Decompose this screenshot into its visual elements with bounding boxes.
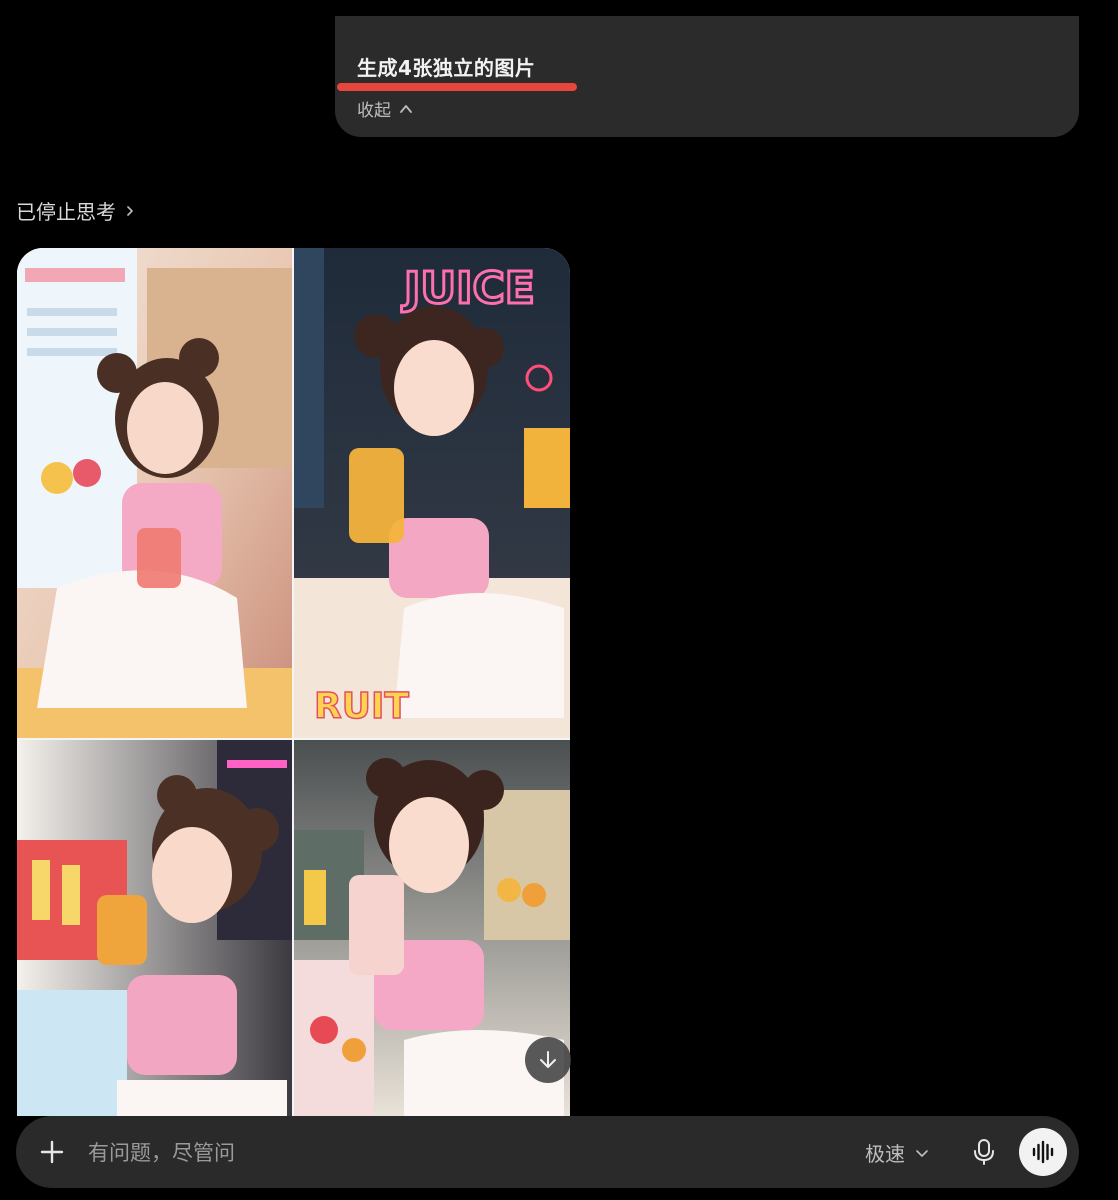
svg-text:RUIT: RUIT — [314, 686, 409, 727]
generated-image-1[interactable] — [17, 248, 292, 738]
image-2-girl-neon-juice-sign-icon: JUICE RUIT — [294, 248, 570, 738]
svg-text:JUICE: JUICE — [401, 263, 535, 314]
voice-mode-button[interactable] — [1019, 1128, 1067, 1176]
voice-waveform-icon — [1032, 1140, 1054, 1164]
chevron-right-icon — [127, 205, 133, 216]
message-input[interactable] — [86, 1134, 790, 1172]
image-1-girl-juice-shop-pink-top-icon — [17, 248, 292, 738]
mode-select[interactable]: 极速 — [865, 1138, 929, 1167]
chat-page: 生成4张独立的图片 收起 已停止思考 JUICE RUIT 有问题，尽管问 极速 — [0, 0, 1118, 1200]
message-composer: 极速 — [16, 1116, 1079, 1188]
red-underline-annotation — [337, 83, 577, 91]
collapse-button[interactable]: 收起 — [357, 96, 413, 121]
chevron-up-icon — [400, 104, 412, 113]
generated-image-3[interactable] — [17, 740, 292, 1116]
download-button[interactable] — [525, 1037, 571, 1083]
user-message-bubble: 生成4张独立的图片 收起 — [335, 16, 1079, 137]
generated-image-grid: JUICE RUIT — [17, 248, 570, 1116]
chevron-down-icon — [916, 1149, 928, 1157]
plus-icon[interactable] — [38, 1138, 66, 1166]
thinking-status-toggle[interactable]: 已停止思考 — [16, 196, 136, 225]
image-3-girl-orange-drink-icon — [17, 740, 292, 1116]
generated-image-2[interactable]: JUICE RUIT — [294, 248, 570, 738]
arrow-down-icon — [540, 1051, 556, 1068]
user-message-text: 生成4张独立的图片 — [357, 56, 536, 80]
microphone-icon[interactable] — [971, 1138, 997, 1166]
mode-label: 极速 — [865, 1142, 905, 1166]
collapse-label: 收起 — [357, 101, 391, 121]
thinking-status-label: 已停止思考 — [16, 200, 116, 224]
